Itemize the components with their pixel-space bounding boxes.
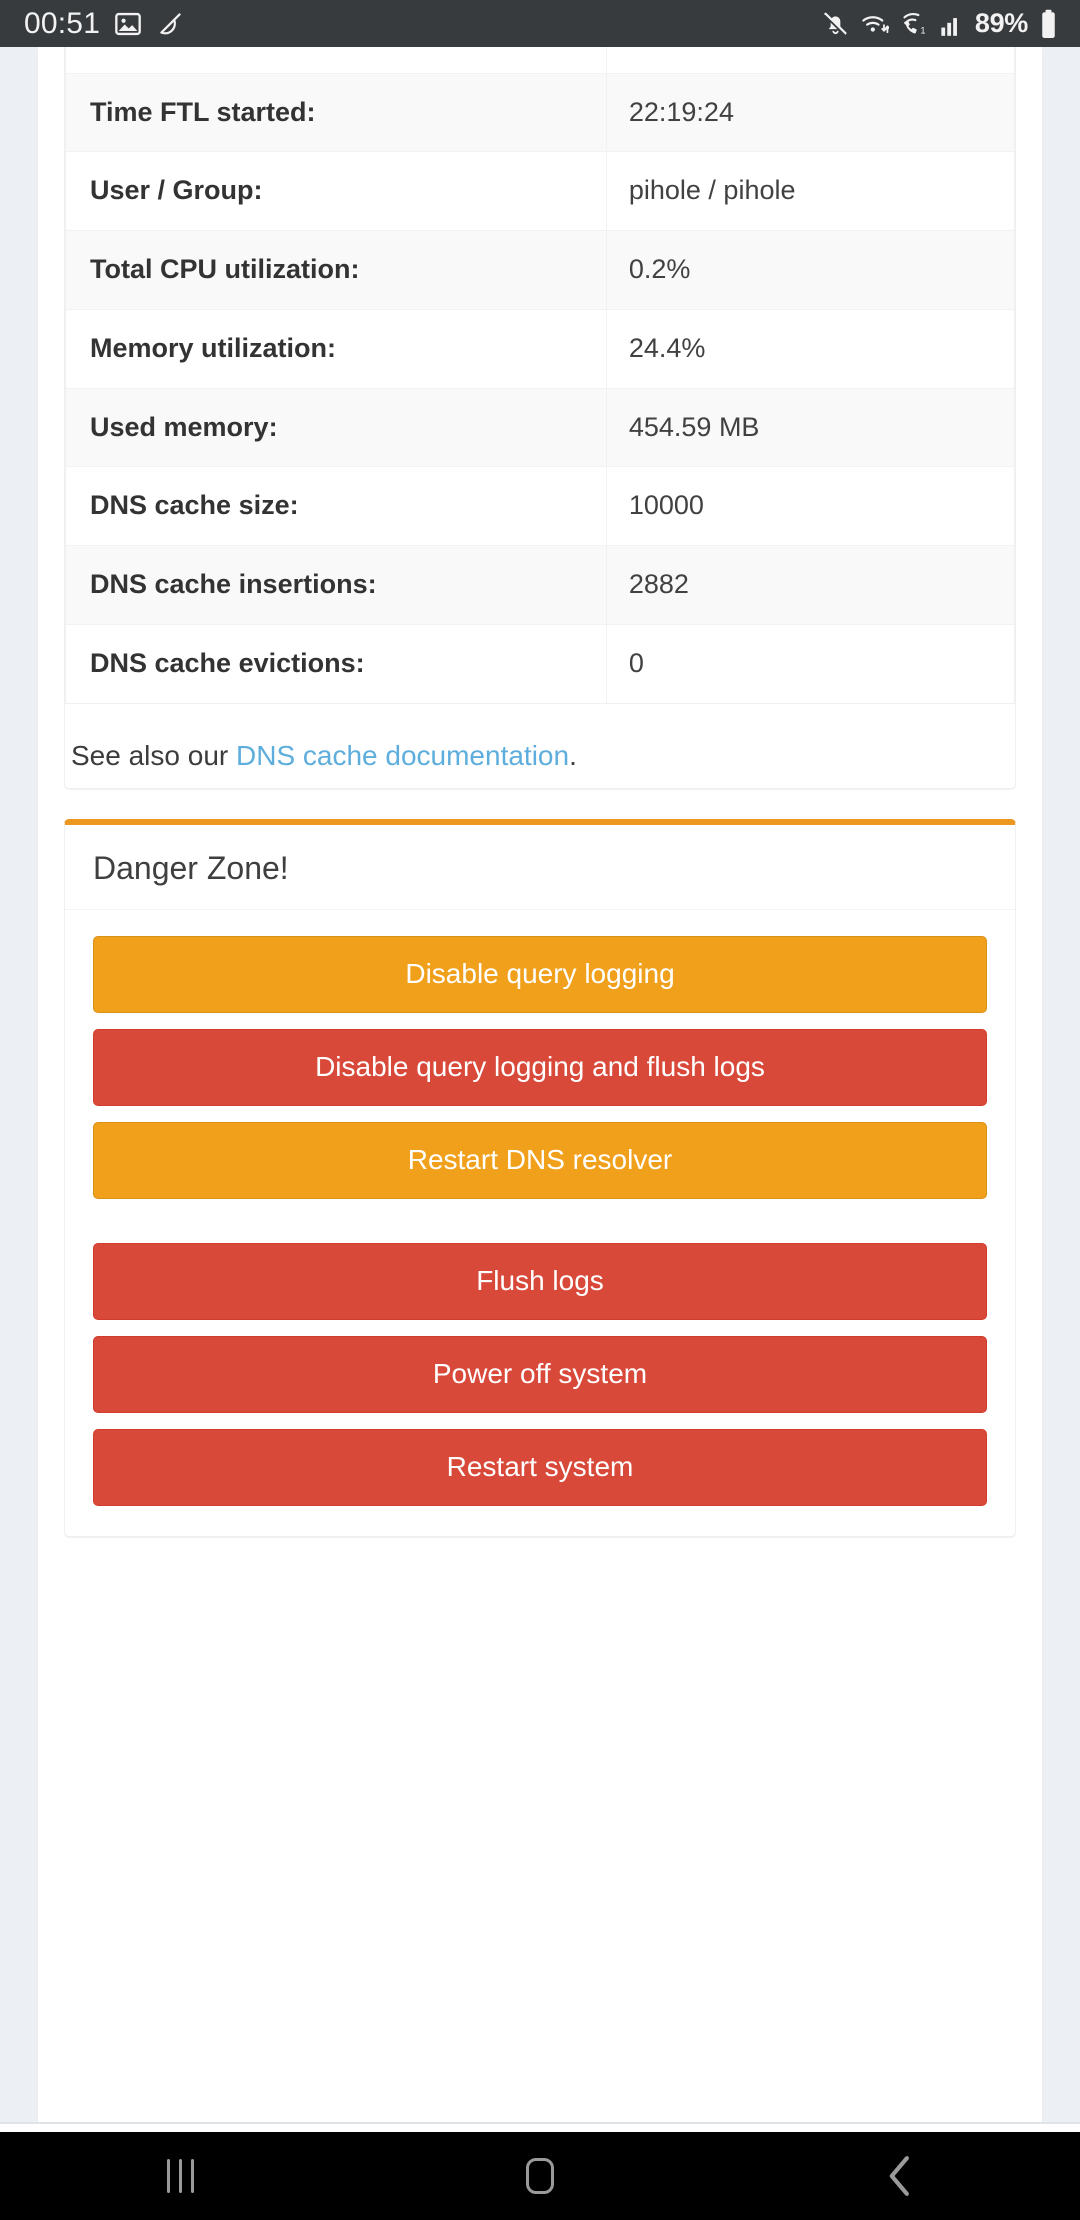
table-cell-value: 0: [628, 647, 644, 678]
android-nav-bar: [0, 2132, 1080, 2220]
restart-dns-resolver-button[interactable]: Restart DNS resolver: [93, 1122, 987, 1200]
back-chevron-icon: [883, 2154, 917, 2198]
battery-icon: [1039, 9, 1058, 39]
table-cell-key: Memory utilization:: [66, 309, 607, 388]
signal-bars-icon: [940, 11, 964, 37]
disable-query-logging-button[interactable]: Disable query logging: [93, 936, 987, 1014]
wifi-icon: [860, 10, 889, 37]
ftl-table-wrapper: Time FTL started: 22:19:24 User / Group:…: [65, 47, 1015, 704]
disable-query-logging-and-flush-logs-button[interactable]: Disable query logging and flush logs: [93, 1029, 987, 1107]
note-prefix: See also our: [71, 739, 236, 771]
home-icon: [526, 2158, 554, 2194]
table-cell-value: 22:19:24: [628, 96, 734, 127]
danger-zone-card: Danger Zone! Disable query logging Disab…: [64, 818, 1016, 1538]
content-inner: Time FTL started: 22:19:24 User / Group:…: [38, 47, 1042, 1538]
table-cell-value: [606, 47, 1014, 73]
table-row: [66, 47, 1014, 73]
restart-system-button[interactable]: Restart system: [93, 1429, 987, 1507]
pen-tool-icon: [156, 10, 184, 38]
page-viewport[interactable]: Time FTL started: 22:19:24 User / Group:…: [0, 47, 1080, 2220]
phone-screen: 00:51 1 89% Time FTL started: 22:19:24 U…: [0, 0, 1080, 2220]
bell-muted-icon: [822, 10, 849, 37]
table-cell-key: Time FTL started:: [66, 73, 607, 152]
status-bar-right: 1 89%: [822, 9, 1058, 39]
content-wrapper: Time FTL started: 22:19:24 User / Group:…: [38, 47, 1042, 2128]
table-row: DNS cache size: 10000: [66, 466, 1014, 546]
table-cell-key: [66, 47, 607, 73]
table-row: DNS cache evictions: 0: [66, 624, 1014, 703]
nav-back-button[interactable]: [820, 2132, 980, 2220]
dns-cache-note: See also our DNS cache documentation.: [65, 704, 1015, 788]
ftl-info-table: Time FTL started: 22:19:24 User / Group:…: [66, 47, 1014, 703]
table-cell-key: DNS cache insertions:: [66, 545, 607, 625]
table-cell-value: 10000: [628, 490, 704, 521]
table-cell-key: User / Group:: [66, 151, 607, 231]
note-suffix: .: [569, 739, 577, 771]
table-cell-value: 24.4%: [628, 332, 706, 363]
table-row: Used memory: 454.59 MB: [66, 388, 1014, 467]
table-cell-value: pihole / pihole: [628, 175, 796, 206]
image-icon: [114, 10, 142, 38]
table-row: Time FTL started: 22:19:24: [66, 73, 1014, 152]
table-cell-key: DNS cache evictions:: [66, 624, 607, 703]
nav-home-button[interactable]: [460, 2132, 620, 2220]
ftl-table-body: Time FTL started: 22:19:24 User / Group:…: [66, 47, 1014, 703]
svg-text:1: 1: [920, 25, 925, 35]
table-cell-key: Used memory:: [66, 388, 607, 467]
table-cell-key: DNS cache size:: [66, 466, 607, 546]
power-off-system-button[interactable]: Power off system: [93, 1336, 987, 1414]
dns-cache-documentation-link[interactable]: DNS cache documentation: [236, 740, 569, 771]
call-icon: 1: [900, 10, 929, 37]
danger-zone-body: Disable query logging Disable query logg…: [65, 910, 1015, 1536]
status-bar: 00:51 1 89%: [0, 0, 1080, 47]
danger-zone-header: Danger Zone!: [65, 825, 1015, 911]
navbar-separator: [0, 2122, 1080, 2132]
table-row: Memory utilization: 24.4%: [66, 309, 1014, 388]
nav-recents-button[interactable]: [100, 2132, 260, 2220]
table-row: User / Group: pihole / pihole: [66, 151, 1014, 231]
table-row: DNS cache insertions: 2882: [66, 545, 1014, 625]
status-bar-clock: 00:51: [24, 6, 101, 40]
recents-icon: [166, 2159, 194, 2193]
table-cell-key: Total CPU utilization:: [66, 230, 607, 310]
table-cell-value: 0.2%: [628, 254, 691, 284]
table-cell-value: 454.59 MB: [628, 411, 760, 442]
table-row: Total CPU utilization: 0.2%: [66, 230, 1014, 310]
page-title: Danger Zone!: [93, 849, 289, 886]
status-bar-left: 00:51: [24, 6, 184, 40]
flush-logs-button[interactable]: Flush logs: [93, 1243, 987, 1321]
table-cell-value: 2882: [628, 569, 689, 599]
battery-percent-label: 89%: [974, 8, 1028, 38]
ftl-info-card: Time FTL started: 22:19:24 User / Group:…: [64, 47, 1016, 789]
